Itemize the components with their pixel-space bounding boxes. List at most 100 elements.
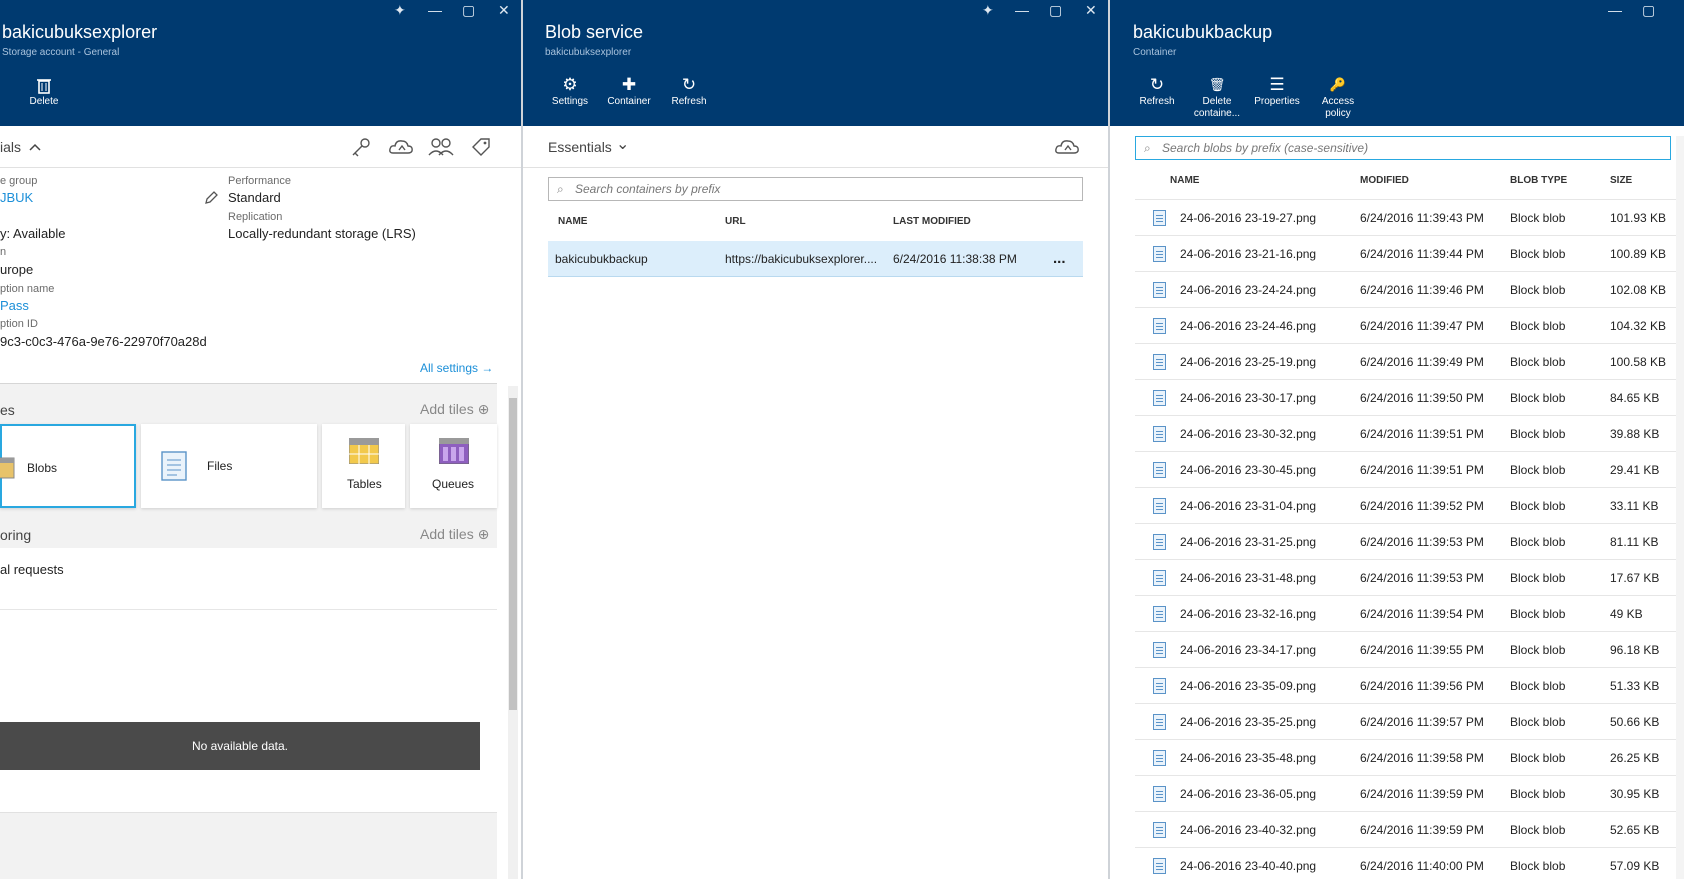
table-row[interactable]: 24-06-2016 23-40-32.png 6/24/2016 11:39:… — [1135, 812, 1676, 848]
blob-name: 24-06-2016 23-40-32.png — [1180, 823, 1317, 837]
users-icon[interactable] — [428, 136, 454, 158]
table-row[interactable]: 24-06-2016 23-40-40.png 6/24/2016 11:40:… — [1135, 848, 1676, 879]
pin-icon[interactable]: ✦ — [982, 2, 994, 19]
refresh-button[interactable]: ↻ Refresh — [1128, 74, 1186, 108]
close-icon[interactable]: ✕ — [1085, 2, 1097, 19]
table-row[interactable]: 24-06-2016 23-31-04.png 6/24/2016 11:39:… — [1135, 488, 1676, 524]
blob-name: 24-06-2016 23-31-25.png — [1180, 535, 1317, 549]
container-subtitle: Container — [1133, 47, 1177, 58]
table-row[interactable]: 24-06-2016 23-30-17.png 6/24/2016 11:39:… — [1135, 380, 1676, 416]
list-icon: ☰ — [1269, 75, 1285, 94]
blob-modified: 6/24/2016 11:39:43 PM — [1360, 211, 1484, 225]
more-options-icon[interactable]: ... — [1053, 241, 1078, 277]
tile-tables-label: Tables — [347, 477, 382, 491]
column-blob-type[interactable]: BLOB TYPE — [1510, 175, 1567, 186]
blob-size: 51.33 KB — [1610, 679, 1660, 693]
edit-icon[interactable] — [203, 190, 219, 206]
gear-icon: ⚙ — [562, 75, 578, 94]
container-name: bakicubukbackup — [555, 252, 648, 266]
blade3-scrollbar[interactable] — [1676, 136, 1684, 879]
tag-icon[interactable] — [470, 136, 492, 158]
settings-button[interactable]: ⚙ Settings — [541, 74, 599, 108]
column-name[interactable]: NAME — [1170, 175, 1199, 186]
table-row[interactable]: 24-06-2016 23-36-05.png 6/24/2016 11:39:… — [1135, 776, 1676, 812]
table-row[interactable]: 24-06-2016 23-30-45.png 6/24/2016 11:39:… — [1135, 452, 1676, 488]
blob-modified: 6/24/2016 11:39:46 PM — [1360, 283, 1484, 297]
close-icon[interactable]: ✕ — [498, 2, 510, 19]
table-row[interactable]: 24-06-2016 23-35-09.png 6/24/2016 11:39:… — [1135, 668, 1676, 704]
container-modified: 6/24/2016 11:38:38 PM — [893, 252, 1017, 266]
blob-search-input[interactable]: ⌕ Search blobs by prefix (case-sensitive… — [1135, 136, 1671, 160]
all-settings-link[interactable]: All settings → — [420, 361, 493, 375]
access-policy-button[interactable]: 🔑 Access policy — [1309, 74, 1367, 120]
table-row[interactable]: 24-06-2016 23-30-32.png 6/24/2016 11:39:… — [1135, 416, 1676, 452]
blob-type: Block blob — [1510, 823, 1566, 837]
blob-modified: 6/24/2016 11:39:51 PM — [1360, 463, 1484, 477]
maximize-icon[interactable]: ▢ — [1642, 2, 1655, 19]
tile-files[interactable]: Files — [141, 424, 317, 508]
column-name[interactable]: NAME — [558, 216, 587, 227]
subscription-name-link[interactable]: Pass — [0, 298, 29, 313]
blob-size: 81.11 KB — [1610, 535, 1659, 549]
no-data-message: No available data. — [0, 722, 480, 770]
minimize-icon[interactable]: — — [1608, 2, 1622, 18]
maximize-icon[interactable]: ▢ — [1049, 2, 1062, 19]
blob-essentials-bar[interactable]: Essentials ⌄ — [523, 126, 1108, 168]
column-last-modified[interactable]: LAST MODIFIED — [893, 216, 971, 227]
essentials-bar[interactable]: ials — [0, 126, 522, 168]
refresh-button[interactable]: ↻ Refresh — [660, 74, 718, 108]
column-size[interactable]: SIZE — [1610, 175, 1632, 186]
table-row[interactable]: 24-06-2016 23-32-16.png 6/24/2016 11:39:… — [1135, 596, 1676, 632]
tile-queues[interactable]: Queues — [410, 424, 497, 508]
chevron-up-icon[interactable] — [28, 140, 42, 154]
tile-blobs[interactable]: Blobs — [0, 424, 136, 508]
add-tiles-button[interactable]: Add tiles ⊕ — [420, 401, 489, 418]
tile-tables[interactable]: Tables — [322, 424, 405, 508]
blob-type: Block blob — [1510, 283, 1566, 297]
blob-type: Block blob — [1510, 715, 1566, 729]
container-search-input[interactable]: ⌕ Search containers by prefix — [548, 177, 1083, 201]
requests-panel[interactable]: al requests — [0, 548, 497, 813]
table-row[interactable]: 24-06-2016 23-31-48.png 6/24/2016 11:39:… — [1135, 560, 1676, 596]
add-container-button[interactable]: ✚ Container — [600, 74, 658, 108]
table-row[interactable]: 24-06-2016 23-35-25.png 6/24/2016 11:39:… — [1135, 704, 1676, 740]
delete-button[interactable]: Delete — [15, 74, 73, 108]
blob-size: 102.08 KB — [1610, 283, 1667, 297]
file-icon — [1153, 426, 1166, 442]
requests-separator — [0, 609, 497, 610]
chevron-down-icon[interactable]: ⌄ — [616, 134, 629, 154]
table-row[interactable]: 24-06-2016 23-35-48.png 6/24/2016 11:39:… — [1135, 740, 1676, 776]
resource-group-link[interactable]: JBUK — [0, 190, 33, 205]
table-row[interactable]: 24-06-2016 23-24-24.png 6/24/2016 11:39:… — [1135, 272, 1676, 308]
storage-account-subtitle: Storage account - General — [2, 47, 120, 58]
column-modified[interactable]: MODIFIED — [1360, 175, 1409, 186]
properties-button[interactable]: ☰ Properties — [1248, 74, 1306, 108]
column-url[interactable]: URL — [725, 216, 746, 227]
maximize-icon[interactable]: ▢ — [462, 2, 475, 19]
table-row[interactable]: bakicubukbackup https://bakicubuksexplor… — [548, 241, 1083, 277]
blob-type: Block blob — [1510, 319, 1566, 333]
minimize-icon[interactable]: — — [1015, 2, 1029, 18]
delete-container-button[interactable]: 🗑 Delete containe... — [1188, 74, 1246, 120]
file-icon — [1153, 318, 1166, 334]
blob-name: 24-06-2016 23-36-05.png — [1180, 787, 1317, 801]
blob-modified: 6/24/2016 11:39:50 PM — [1360, 391, 1484, 405]
cloud-upload-icon[interactable] — [388, 136, 414, 158]
table-row[interactable]: 24-06-2016 23-25-19.png 6/24/2016 11:39:… — [1135, 344, 1676, 380]
performance-label: Performance — [228, 175, 291, 187]
add-monitoring-tiles-button[interactable]: Add tiles ⊕ — [420, 526, 489, 543]
pin-icon[interactable]: ✦ — [394, 2, 406, 19]
blob-name: 24-06-2016 23-31-04.png — [1180, 499, 1317, 513]
blade1-scroll-thumb[interactable] — [509, 398, 517, 710]
monitoring-title: oring — [0, 527, 32, 543]
table-row[interactable]: 24-06-2016 23-19-27.png 6/24/2016 11:39:… — [1135, 200, 1676, 236]
blade1-scrollbar[interactable] — [508, 386, 518, 879]
key-icon[interactable] — [350, 136, 372, 158]
table-row[interactable]: 24-06-2016 23-34-17.png 6/24/2016 11:39:… — [1135, 632, 1676, 668]
minimize-icon[interactable]: — — [428, 2, 442, 18]
table-row[interactable]: 24-06-2016 23-24-46.png 6/24/2016 11:39:… — [1135, 308, 1676, 344]
blob-size: 39.88 KB — [1610, 427, 1660, 441]
table-row[interactable]: 24-06-2016 23-21-16.png 6/24/2016 11:39:… — [1135, 236, 1676, 272]
table-row[interactable]: 24-06-2016 23-31-25.png 6/24/2016 11:39:… — [1135, 524, 1676, 560]
cloud-upload-icon[interactable] — [1053, 136, 1081, 158]
